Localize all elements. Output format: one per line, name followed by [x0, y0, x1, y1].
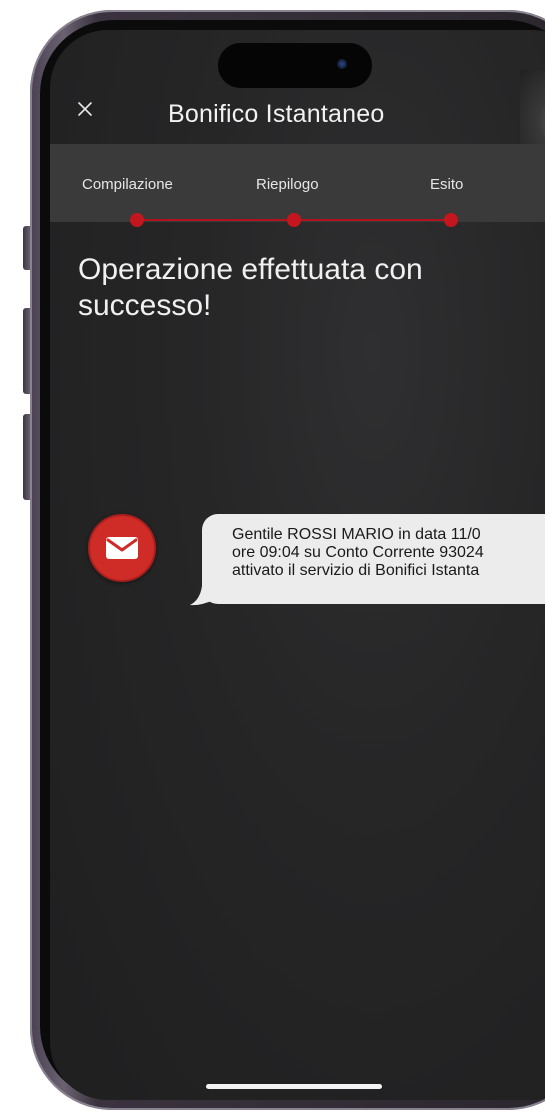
success-message: Operazione effettuata con successo! — [78, 253, 423, 322]
step-dot-riepilogo — [287, 213, 301, 227]
dynamic-island — [218, 43, 372, 88]
page-title: Bonifico Istantaneo — [168, 100, 385, 128]
step-dot-esito — [444, 213, 458, 227]
home-indicator[interactable] — [206, 1084, 382, 1089]
top-bar: Bonifico Istantaneo — [50, 88, 545, 144]
app-screen: Bonifico Istantaneo Compilazione Riepilo… — [50, 30, 545, 1100]
notification-badge — [88, 514, 156, 582]
sms-preview-bubble: Gentile ROSSI MARIO in data 11/0 ore 09:… — [202, 514, 545, 604]
sms-line: ore 09:04 su Conto Corrente 93024 — [232, 544, 484, 561]
progress-stepper: Compilazione Riepilogo Esito — [50, 144, 545, 222]
sms-line: Gentile ROSSI MARIO in data 11/0 — [232, 526, 481, 543]
device-mockup: Bonifico Istantaneo Compilazione Riepilo… — [0, 0, 545, 1117]
close-icon — [78, 102, 92, 116]
sms-preview-text: Gentile ROSSI MARIO in data 11/0 ore 09:… — [232, 526, 484, 580]
sms-line: attivato il servizio di Bonifici Istanta — [232, 562, 480, 579]
step-label-compilazione: Compilazione — [82, 176, 173, 193]
step-label-riepilogo: Riepilogo — [256, 176, 319, 193]
step-label-esito: Esito — [430, 176, 464, 193]
envelope-icon — [106, 537, 138, 559]
close-button[interactable] — [72, 96, 98, 122]
step-dot-compilazione — [130, 213, 144, 227]
camera-icon — [337, 59, 347, 69]
